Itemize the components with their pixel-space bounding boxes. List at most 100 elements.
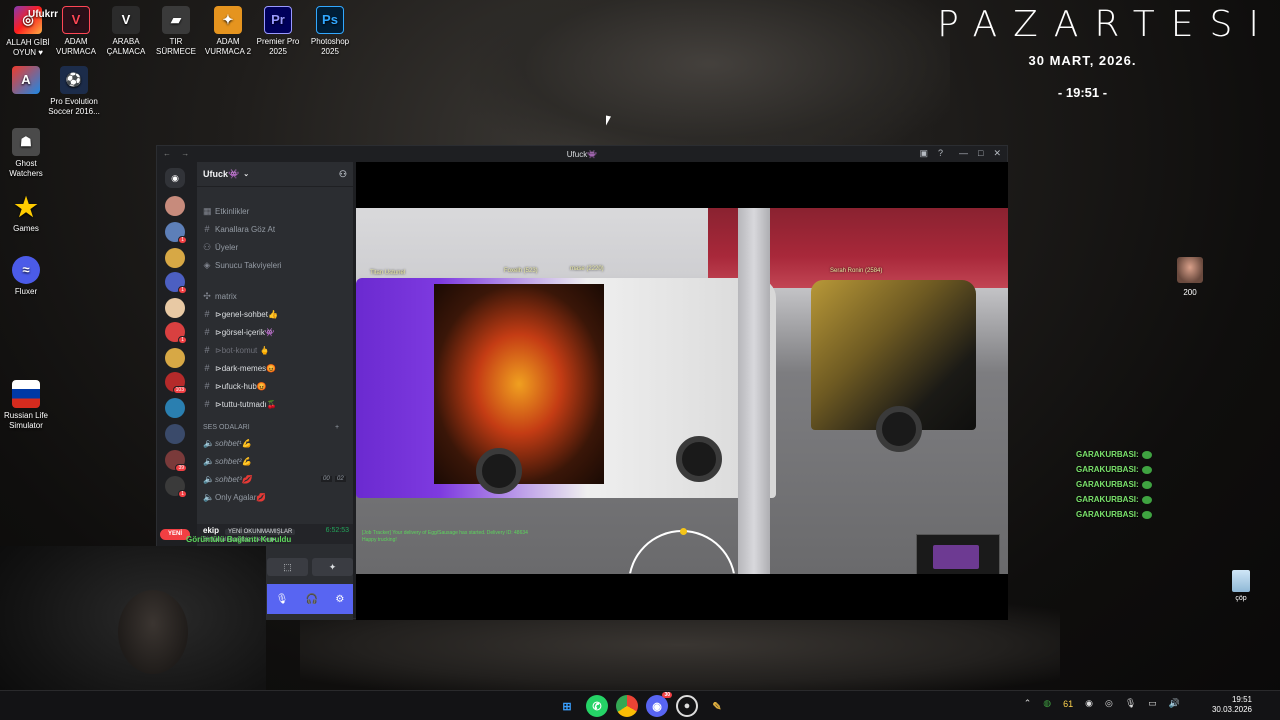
photoshop-icon: Ps bbox=[316, 6, 344, 34]
frog-icon bbox=[1141, 465, 1152, 474]
server-icon-3[interactable] bbox=[165, 248, 185, 268]
microphone-icon[interactable]: 🎙 bbox=[276, 594, 289, 605]
desktop-icon-ghost-watchers[interactable]: ☗ Ghost Watchers bbox=[0, 128, 52, 179]
star-icon: ★ bbox=[14, 192, 38, 222]
chevron-up-icon[interactable]: ⌃ bbox=[1024, 698, 1032, 709]
minimize-icon[interactable]: — bbox=[959, 148, 968, 159]
channel-dark-memes[interactable]: # ⊳dark-memes😡 bbox=[203, 361, 276, 375]
boost-icon: ◈ bbox=[203, 259, 211, 270]
desktop-icon-russian-life[interactable]: Russian Life Simulator bbox=[0, 380, 52, 431]
maximize-icon[interactable]: □ bbox=[978, 148, 983, 159]
category-ses-odalari[interactable]: SES ODALARI + bbox=[203, 420, 339, 434]
garakurbasi-line: GARAKURBASI: bbox=[1076, 510, 1152, 519]
server-icon-1[interactable] bbox=[165, 196, 185, 216]
channel-bot-komut[interactable]: # ⊳bot-komut 🖕 bbox=[203, 343, 269, 357]
menu-events[interactable]: ▦ Etkinlikler bbox=[203, 204, 249, 218]
discord-window[interactable]: ← → Ufuck👾 ▣ ? — □ ✕ ◉ 1 1 1 103 39 1 YE… bbox=[156, 145, 1008, 620]
server-icon-9[interactable] bbox=[165, 398, 185, 418]
steam-icon[interactable]: ◎ bbox=[1105, 698, 1113, 709]
chrome-icon[interactable] bbox=[616, 695, 638, 717]
mic-tray-icon[interactable]: 🎙 bbox=[1125, 698, 1136, 709]
garakurbasi-line: GARAKURBASI: bbox=[1076, 465, 1152, 474]
window-title: Ufuck👾 bbox=[566, 149, 598, 159]
server-header[interactable]: Ufuck👾 ⌄ ⚇ bbox=[197, 162, 353, 187]
menu-members[interactable]: ⚇ Üyeler bbox=[203, 240, 238, 254]
server-icon-7[interactable] bbox=[165, 348, 185, 368]
discord-badge: 30 bbox=[662, 692, 672, 698]
taskbar-clock[interactable]: 19:51 30.03.2026 bbox=[1204, 695, 1252, 715]
voice-sohbet-2[interactable]: 🔈 sohbet²💪 bbox=[203, 454, 252, 468]
menu-boosts[interactable]: ◈ Sunucu Takviyeleri bbox=[203, 258, 282, 272]
server-icon-12[interactable]: 1 bbox=[165, 476, 187, 498]
desktop-icon-adam-vurmaca-2[interactable]: ✦ ADAM VURMACA 2 bbox=[202, 6, 254, 57]
voice-sohbet-1[interactable]: 🔈 sohbet¹💪 bbox=[203, 436, 252, 450]
desktop-icon-premiere[interactable]: Pr Premier Pro 2025 bbox=[252, 6, 304, 57]
player-tag: Titan Ustunel bbox=[370, 270, 406, 276]
channel-tuttu-tutmadi[interactable]: # ⊳tuttu-tutmadı🍒 bbox=[203, 397, 276, 411]
category-matrix[interactable]: ✣ matrix bbox=[203, 289, 237, 303]
close-icon[interactable]: ✕ bbox=[993, 148, 1001, 159]
desktop-icon-games[interactable]: ★ Games bbox=[0, 193, 52, 234]
discord-home-icon[interactable]: ◉ bbox=[165, 168, 185, 188]
settings-icon[interactable]: ⚙ bbox=[335, 594, 344, 605]
add-channel-icon[interactable]: + bbox=[335, 424, 339, 431]
arc-raiders-icon: A bbox=[12, 66, 40, 94]
headphones-icon[interactable]: 🎧 bbox=[306, 594, 318, 605]
shield-icon[interactable]: ◍ bbox=[1043, 698, 1051, 709]
game-stream[interactable]: Titan Ustunel Foxelh (523) mase (2220) S… bbox=[356, 208, 1008, 574]
discord-tray-icon[interactable]: ◉ bbox=[1085, 698, 1093, 709]
desktop-icon-trash[interactable]: çöp bbox=[1226, 570, 1256, 602]
server-icon-11[interactable]: 39 bbox=[165, 450, 187, 472]
obs-icon[interactable]: ● bbox=[676, 695, 698, 717]
game-chat: [Job Tracker] Your delivery of Egg/Sausa… bbox=[362, 530, 528, 543]
back-forward-icon[interactable]: ← → bbox=[163, 149, 193, 158]
desktop-icon-adam-vurmaca[interactable]: V ADAM VURMACA bbox=[50, 6, 102, 57]
members-list-icon: ⚇ bbox=[203, 241, 212, 252]
pen-app-icon[interactable]: ✎ bbox=[706, 695, 728, 717]
frog-icon bbox=[1141, 450, 1152, 459]
inbox-icon[interactable]: ▣ bbox=[919, 148, 928, 159]
desktop-icon-photoshop[interactable]: Ps Photoshop 2025 bbox=[304, 6, 356, 57]
volume-icon[interactable]: 🔊 bbox=[1169, 698, 1180, 709]
members-icon[interactable]: ⚇ bbox=[339, 169, 347, 180]
windows-start-icon[interactable]: ⊞ bbox=[556, 695, 578, 717]
desktop-icon-arc-raiders[interactable]: A bbox=[0, 66, 52, 97]
desktop-icon-tir-surmece[interactable]: ▰ TIR SÜRMECE bbox=[150, 6, 202, 57]
avatar[interactable] bbox=[1177, 257, 1203, 283]
voice-only-agalar[interactable]: 🔈 Only Agalar💋 bbox=[203, 490, 266, 504]
time-label: - 19:51 - bbox=[1057, 85, 1108, 100]
server-icon-4[interactable]: 1 bbox=[165, 272, 187, 294]
mouse-cursor-icon bbox=[606, 115, 611, 127]
speedometer-arc bbox=[628, 530, 736, 574]
discord-icon[interactable]: ◉ 30 bbox=[646, 692, 672, 717]
server-icon-6[interactable]: 1 bbox=[165, 322, 187, 344]
desktop-icon-fluxer[interactable]: ≈ Fluxer bbox=[0, 256, 52, 297]
minimap bbox=[916, 534, 1000, 574]
server-icon-10[interactable] bbox=[165, 424, 185, 444]
stream-view[interactable]: Titan Ustunel Foxelh (523) mase (2220) S… bbox=[356, 162, 1008, 620]
whatsapp-icon[interactable]: ✆ bbox=[586, 695, 608, 717]
channel-ufuck-hub[interactable]: # ⊳ufuck-hub😡 bbox=[203, 379, 266, 393]
server-icon-2[interactable]: 1 bbox=[165, 222, 187, 244]
voice-sohbet-3[interactable]: 🔈 sohbet³💋 00 02 bbox=[203, 472, 346, 486]
voice-controls: ⬚ ✦ bbox=[267, 558, 353, 576]
pes-label: Pro Evolution Soccer 2016... bbox=[48, 97, 100, 116]
desktop-icon-ufukrr[interactable]: ◎ Ufukrr ALLAH GİBİ OYUN ♥ bbox=[2, 6, 58, 58]
discord-titlebar[interactable]: ← → Ufuck👾 ▣ ? — □ ✕ bbox=[157, 146, 1007, 162]
channel-gorsel-icerik[interactable]: # ⊳görsel-içerik👾 bbox=[203, 325, 274, 339]
taskbar: ⊞ ✆ ◉ 30 ● ✎ ⌃ ◍ 61 ◉ ◎ 🎙 ▭ 🔊 19:51 30.03… bbox=[0, 690, 1280, 720]
speaker-icon: 🔈 bbox=[203, 473, 215, 484]
menu-browse[interactable]: # Kanallara Göz At bbox=[203, 222, 275, 236]
soundboard-button[interactable]: ✦ bbox=[312, 558, 353, 576]
russian-life-label: Russian Life Simulator bbox=[3, 411, 49, 430]
weekday-label: PAZARTESI bbox=[937, 4, 1275, 45]
network-icon[interactable]: ▭ bbox=[1148, 698, 1157, 709]
help-icon[interactable]: ? bbox=[938, 148, 943, 159]
server-icon-5[interactable] bbox=[165, 298, 185, 318]
desktop-icon-araba-calmaca[interactable]: V ARABA ÇALMACA bbox=[100, 6, 152, 57]
desktop-icon-pes[interactable]: ⚽ Pro Evolution Soccer 2016... bbox=[48, 66, 100, 117]
activities-button[interactable]: ⬚ bbox=[267, 558, 308, 576]
server-icon-8[interactable]: 103 bbox=[165, 372, 187, 394]
tray-number[interactable]: 61 bbox=[1063, 699, 1073, 709]
channel-genel-sohbet[interactable]: # ⊳genel-sohbet👍 bbox=[203, 307, 277, 321]
